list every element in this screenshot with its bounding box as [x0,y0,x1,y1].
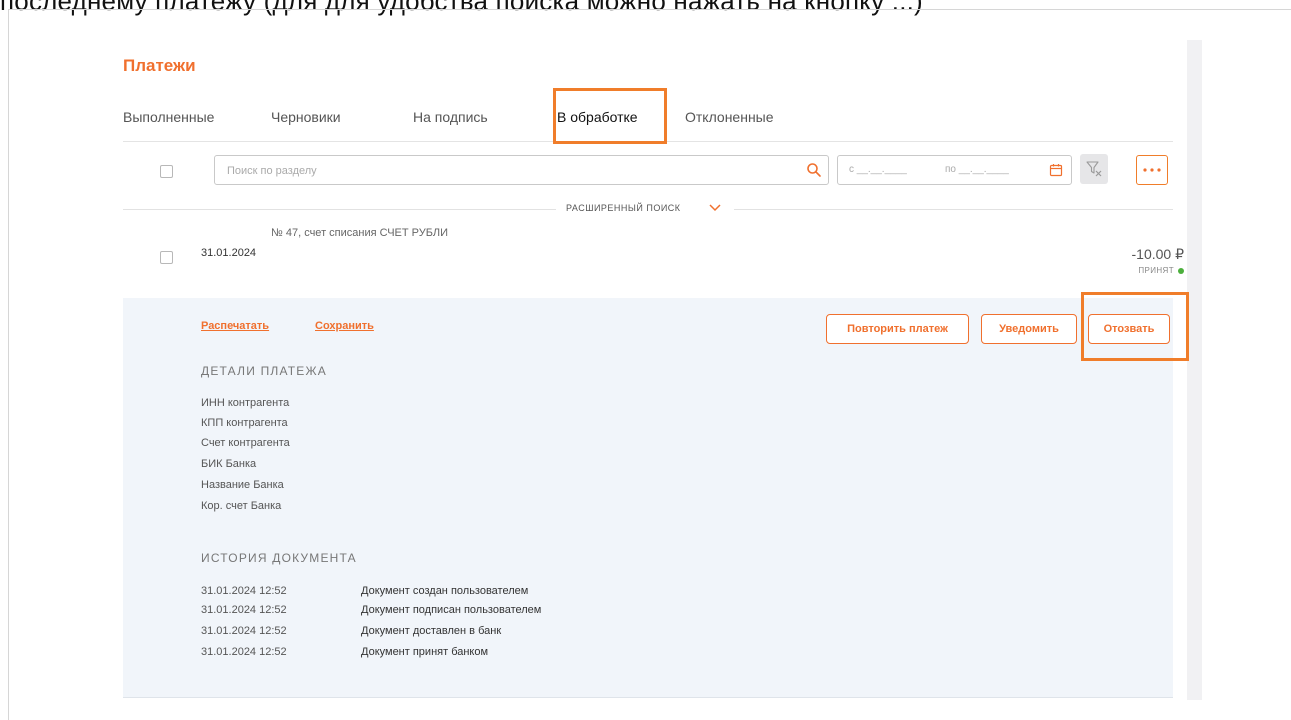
print-link[interactable]: Распечатать [201,320,269,332]
history-title: ИСТОРИЯ ДОКУМЕНТА [201,551,357,565]
payment-date[interactable]: 31.01.2024 [201,247,256,259]
details-title: ДЕТАЛИ ПЛАТЕЖА [201,364,327,378]
save-link[interactable]: Сохранить [315,320,374,332]
tab-completed[interactable]: Выполненные [123,109,214,125]
search-input[interactable] [227,162,797,179]
tab-to-sign[interactable]: На подпись [413,109,488,125]
search-box [214,155,829,185]
payment-details-panel [123,298,1173,698]
calendar-icon[interactable] [1049,163,1063,177]
frame-border-left [8,9,9,720]
history-time: 31.01.2024 12:52 [201,646,287,658]
clear-filter-button[interactable] [1080,154,1108,184]
divider-right [734,209,1173,210]
tab-rejected[interactable]: Отклоненные [685,109,774,125]
revoke-highlight-box [1081,292,1189,361]
date-from-label[interactable]: с __.__.____ [849,164,907,175]
page-title: Платежи [123,56,196,75]
select-all-checkbox[interactable] [160,165,173,178]
chevron-down-icon[interactable] [709,203,721,213]
filter-clear-icon [1086,161,1102,177]
notify-button[interactable]: Уведомить [981,314,1077,344]
field-inn: ИНН контрагента [201,397,290,409]
search-icon[interactable] [806,162,822,178]
tab-drafts[interactable]: Черновики [271,109,341,125]
date-to-label[interactable]: по __.__.____ [945,164,1009,175]
payment-amount: -10.00 ₽ [1131,246,1185,262]
history-text: Документ создан пользователем [361,585,529,597]
more-dots-icon [1143,168,1161,172]
frame-border-top [8,9,1291,10]
repeat-payment-button[interactable]: Повторить платеж [826,314,969,344]
status-dot-icon [1178,267,1184,274]
payment-subtitle: № 47, счет списания СЧЕТ РУБЛИ [271,227,449,239]
more-options-button[interactable] [1136,155,1168,185]
history-time: 31.01.2024 12:52 [201,604,287,616]
date-range-field[interactable]: с __.__.____ по __.__.____ [837,155,1072,185]
field-kpp: КПП контрагента [201,417,288,429]
history-time: 31.01.2024 12:52 [201,585,287,597]
payment-checkbox[interactable] [160,251,173,264]
scrollbar-track[interactable] [1187,40,1202,700]
history-text: Документ подписан пользователем [361,604,542,616]
advanced-search-toggle[interactable]: РАСШИРЕННЫЙ ПОИСК [566,203,681,213]
field-corr-account: Кор. счет Банка [201,500,282,512]
history-text: Документ принят банком [361,646,489,658]
field-bank-name: Название Банка [201,479,284,491]
field-bik: БИК Банка [201,458,257,470]
tab-highlight-box [553,88,667,144]
status-text: ПРИНЯТ [1138,266,1174,275]
history-text: Документ доставлен в банк [361,625,502,637]
field-account: Счет контрагента [201,437,290,449]
status-badge: ПРИНЯТ [1138,266,1184,275]
history-time: 31.01.2024 12:52 [201,625,287,637]
divider-left [123,209,556,210]
